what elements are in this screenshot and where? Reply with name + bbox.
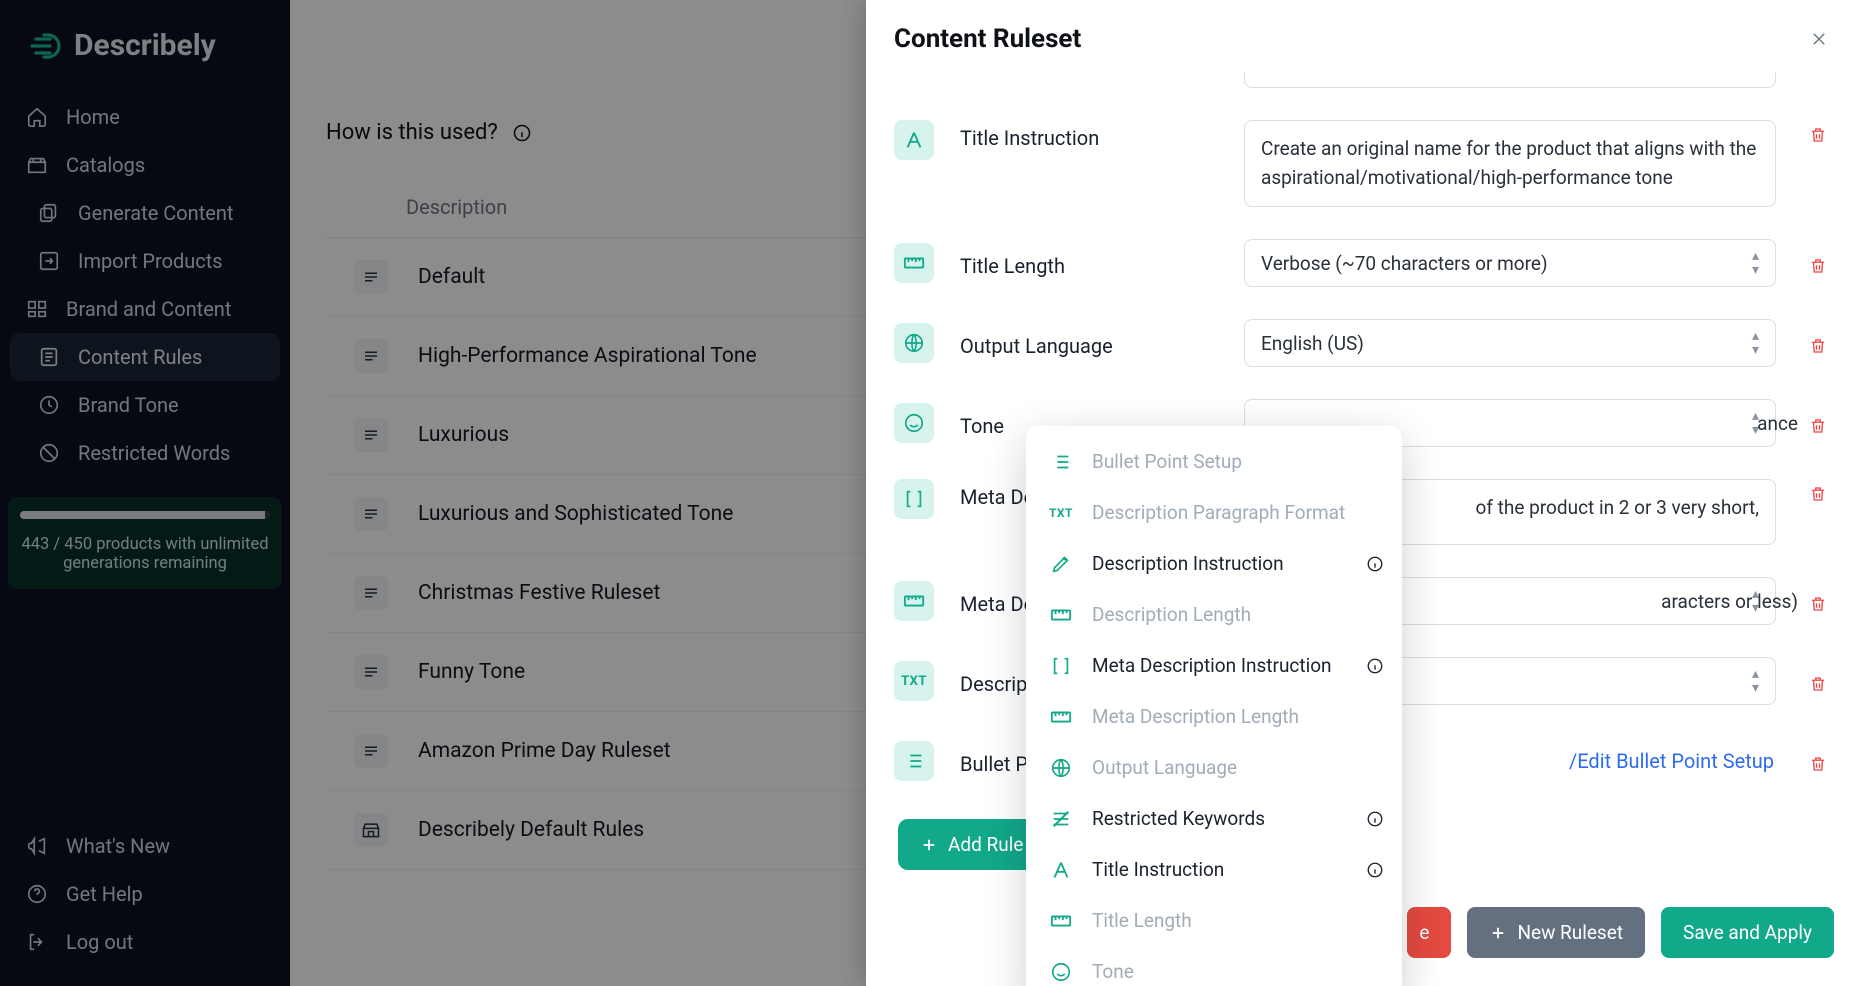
dropdown-item[interactable]: Description Instruction: [1026, 538, 1402, 589]
output-language-select[interactable]: English (US) ▴▾: [1244, 319, 1776, 367]
output-language-icon: [894, 323, 934, 363]
dropdown-item: Tone: [1026, 946, 1402, 986]
dropdown-item-icon: [1048, 451, 1074, 473]
dropdown-item: Title Length: [1026, 895, 1402, 946]
chevron-updown-icon: ▴▾: [1752, 667, 1759, 695]
dropdown-item-icon: [1048, 655, 1074, 677]
panel-header: Content Ruleset: [866, 0, 1864, 72]
dropdown-item-label: Restricted Keywords: [1092, 807, 1265, 830]
bullet-point-icon: [894, 741, 934, 781]
chevron-updown-icon: ▴▾: [1752, 329, 1759, 357]
dropdown-item-icon: TXT: [1048, 506, 1074, 520]
field-title-instruction: Title Instruction Create an original nam…: [894, 104, 1836, 223]
title-length-icon: [894, 243, 934, 283]
new-ruleset-label: New Ruleset: [1517, 921, 1623, 944]
info-icon: [1366, 555, 1384, 573]
input-value-partial: of the product in 2 or 3 very short,: [1476, 494, 1759, 523]
meta-desc-length-icon: [894, 581, 934, 621]
panel-body: Title Instruction Create an original nam…: [866, 72, 1864, 986]
dropdown-item-icon: [1048, 914, 1074, 928]
delete-ruleset-button[interactable]: e: [1407, 907, 1451, 958]
edit-bullet-point-link[interactable]: /Edit Bullet Point Setup: [1567, 737, 1776, 785]
prev-select[interactable]: [1244, 72, 1776, 88]
delete-button[interactable]: [1800, 120, 1836, 144]
dropdown-item: Output Language: [1026, 742, 1402, 793]
select-value-partial: aracters or less): [1661, 590, 1798, 613]
field-title-length: Title Length Verbose (~70 characters or …: [894, 223, 1836, 303]
dropdown-item: TXT Description Paragraph Format: [1026, 487, 1402, 538]
title-length-select[interactable]: Verbose (~70 characters or more) ▴▾: [1244, 239, 1776, 287]
delete-button[interactable]: [1800, 251, 1836, 275]
delete-label-partial: e: [1419, 921, 1429, 944]
dropdown-item-icon: [1048, 808, 1074, 830]
paragraph-format-icon: TXT: [894, 661, 934, 701]
dropdown-item-label: Bullet Point Setup: [1092, 450, 1242, 473]
delete-button[interactable]: [1800, 411, 1836, 435]
new-ruleset-button[interactable]: New Ruleset: [1467, 907, 1645, 958]
label: Title Length: [960, 248, 1220, 278]
info-icon: [1366, 657, 1384, 675]
dropdown-item[interactable]: Restricted Keywords: [1026, 793, 1402, 844]
dropdown-item[interactable]: Meta Description Instruction: [1026, 640, 1402, 691]
dropdown-item: Bullet Point Setup: [1026, 436, 1402, 487]
label: Output Language: [960, 328, 1220, 358]
info-icon: [1366, 861, 1384, 879]
close-button[interactable]: [1802, 26, 1836, 52]
dropdown-item[interactable]: Title Instruction: [1026, 844, 1402, 895]
add-rule-button[interactable]: Add Rule: [898, 819, 1045, 870]
dropdown-item-label: Meta Description Length: [1092, 705, 1299, 728]
chevron-updown-icon: ▴▾: [1752, 249, 1759, 277]
delete-button[interactable]: [1800, 669, 1836, 693]
select-value: English (US): [1261, 332, 1364, 355]
delete-button[interactable]: [1800, 589, 1836, 613]
add-rule-dropdown: Bullet Point Setup TXT Description Paragra…: [1026, 426, 1402, 986]
label: Title Instruction: [960, 120, 1220, 150]
add-rule-label: Add Rule: [948, 833, 1023, 856]
dropdown-item: Description Length: [1026, 589, 1402, 640]
dropdown-item-icon: [1048, 608, 1074, 622]
dropdown-item-icon: [1048, 757, 1074, 779]
ruleset-panel: Content Ruleset Title Instruction Create…: [866, 0, 1864, 986]
dropdown-item-label: Description Length: [1092, 603, 1251, 626]
dropdown-item-icon: [1048, 710, 1074, 724]
title-instruction-input[interactable]: Create an original name for the product …: [1244, 120, 1776, 207]
field-output-language: Output Language English (US) ▴▾: [894, 303, 1836, 383]
select-value: Verbose (~70 characters or more): [1261, 252, 1548, 275]
dropdown-item-label: Title Length: [1092, 909, 1192, 932]
title-instruction-icon: [894, 120, 934, 160]
delete-button[interactable]: [1800, 331, 1836, 355]
delete-button[interactable]: [1800, 749, 1836, 773]
dropdown-item-label: Description Instruction: [1092, 552, 1284, 575]
save-label: Save and Apply: [1683, 921, 1812, 944]
dropdown-item-label: Description Paragraph Format: [1092, 501, 1345, 524]
dropdown-item-label: Output Language: [1092, 756, 1237, 779]
meta-desc-instruction-icon: [894, 479, 934, 519]
dropdown-item-icon: [1048, 961, 1074, 983]
tone-icon: [894, 403, 934, 443]
dropdown-item-icon: [1048, 553, 1074, 575]
save-and-apply-button[interactable]: Save and Apply: [1661, 907, 1834, 958]
dropdown-item: Meta Description Length: [1026, 691, 1402, 742]
dropdown-item-label: Meta Description Instruction: [1092, 654, 1332, 677]
dropdown-item-label: Tone: [1092, 960, 1134, 983]
panel-title: Content Ruleset: [894, 24, 1081, 54]
dropdown-item-icon: [1048, 859, 1074, 881]
delete-button[interactable]: [1800, 479, 1836, 503]
select-value-partial: ance: [1757, 412, 1798, 435]
dropdown-item-label: Title Instruction: [1092, 858, 1224, 881]
info-icon: [1366, 810, 1384, 828]
